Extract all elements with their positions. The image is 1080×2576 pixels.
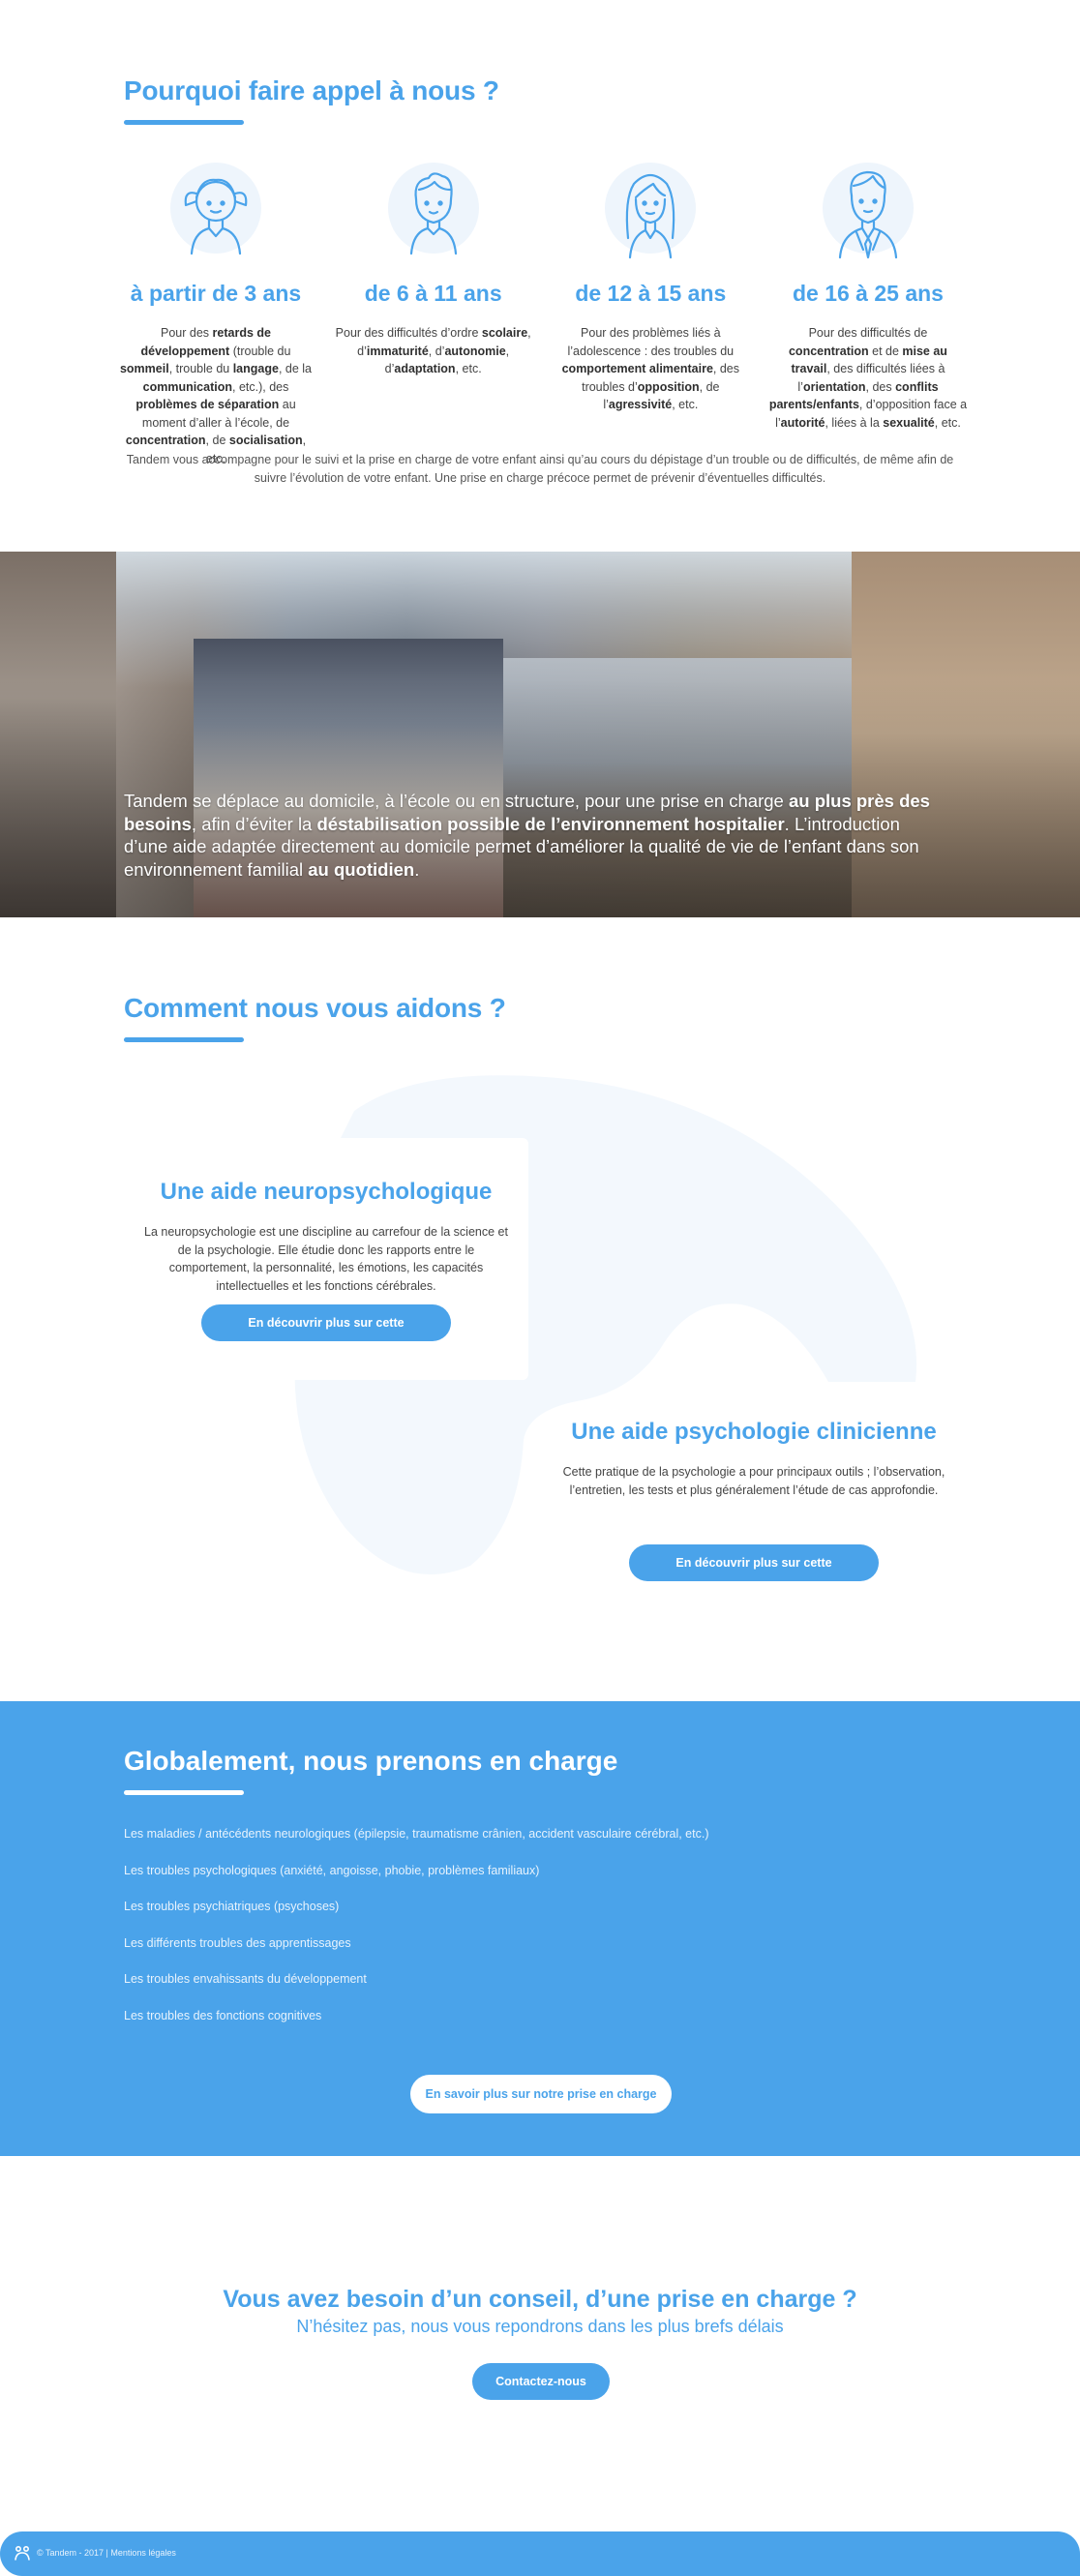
teen-girl-avatar-icon [597,155,704,261]
card-text: La neuropsychologie est une discipline a… [144,1225,508,1293]
tandem-logo-icon[interactable] [14,2545,31,2561]
age-group-3: à partir de 3 ans Pour des retards de dé… [116,155,315,467]
age-heading: de 12 à 15 ans [575,281,727,306]
age-heading: de 6 à 11 ans [364,281,502,306]
discover-neuropsychology-button[interactable]: En découvrir plus sur cette spécialité [201,1304,451,1366]
discover-clinical-psychology-button[interactable]: En découvrir plus sur cette spécialité [629,1544,879,1606]
age-group-12: de 12 à 15 ans Pour des problèmes liés à… [551,155,750,467]
why-title: Pourquoi faire appel à nous ? [124,75,499,105]
list-item: Les maladies / antécédents neurologiques… [124,1827,709,1841]
age-heading: à partir de 3 ans [130,281,302,306]
age-group-16: de 16 à 25 ans Pour des difficultés de c… [768,155,968,467]
age-groups: à partir de 3 ans Pour des retards de dé… [116,155,968,467]
title-underline [124,120,244,125]
list-item: Les troubles des fonctions cognitives [124,2008,322,2022]
card-text: Cette pratique de la psychologie a pour … [562,1465,945,1497]
young-man-avatar-icon [815,155,921,261]
help-title: Comment nous vous aidons ? [124,993,506,1023]
age-group-6: de 6 à 11 ans Pour des difficultés d’ord… [334,155,533,467]
list-item: Les différents troubles des apprentissag… [124,1935,351,1950]
footer-text[interactable]: © Tandem - 2017 | Mentions légales [37,2548,176,2558]
title-underline [124,1037,244,1042]
care-title: Globalement, nous prenons en charge [124,1746,618,1776]
help-section-header: Comment nous vous aidons ? [124,993,506,1042]
list-item: Les troubles psychologiques (anxiété, an… [124,1863,540,1877]
why-note: Tandem vous accompagne pour le suivi et … [126,453,954,485]
hero-banner: Tandem se déplace au domicile, à l’école… [0,552,1080,917]
title-underline [124,1790,244,1795]
care-section-header: Globalement, nous prenons en charge [124,1746,617,1795]
age-description: Pour des difficultés d’ordre scolaire, d… [335,326,531,375]
care-list: Les maladies / antécédents neurologiques… [124,1827,709,2045]
age-description: Pour des retards de développement (troub… [119,326,313,465]
care-section: Globalement, nous prenons en charge Les … [0,1701,1080,2156]
why-section-header: Pourquoi faire appel à nous ? [124,75,499,125]
contact-subtitle: N’hésitez pas, nous vous repondrons dans… [296,2317,784,2336]
card-title: Une aide psychologie clinicienne [571,1419,937,1445]
contact-button[interactable]: Contactez-nous [472,2363,610,2400]
hero-text: Tandem se déplace au domicile, à l’école… [124,791,930,880]
list-item: Les troubles psychiatriques (psychoses) [124,1900,340,1913]
clinical-psychology-card: Une aide psychologie clinicienne Cette p… [548,1372,960,1606]
list-item: Les troubles envahissants du développeme… [124,1972,367,1986]
girl-avatar-icon [163,155,269,261]
age-description: Pour des difficultés de concentration et… [768,326,968,430]
footer: © Tandem - 2017 | Mentions légales [0,2531,1080,2576]
neuropsychology-card: Une aide neuropsychologique La neuropsyc… [124,1138,528,1380]
learn-more-care-button[interactable]: En savoir plus sur notre prise en charge [410,2075,672,2113]
contact-title: Vous avez besoin d’un conseil, d’une pri… [223,2286,857,2313]
card-title: Une aide neuropsychologique [160,1179,493,1205]
boy-avatar-icon [380,155,487,261]
age-heading: de 16 à 25 ans [792,281,944,306]
age-description: Pour des problèmes liés à l’adolescence … [561,326,740,411]
